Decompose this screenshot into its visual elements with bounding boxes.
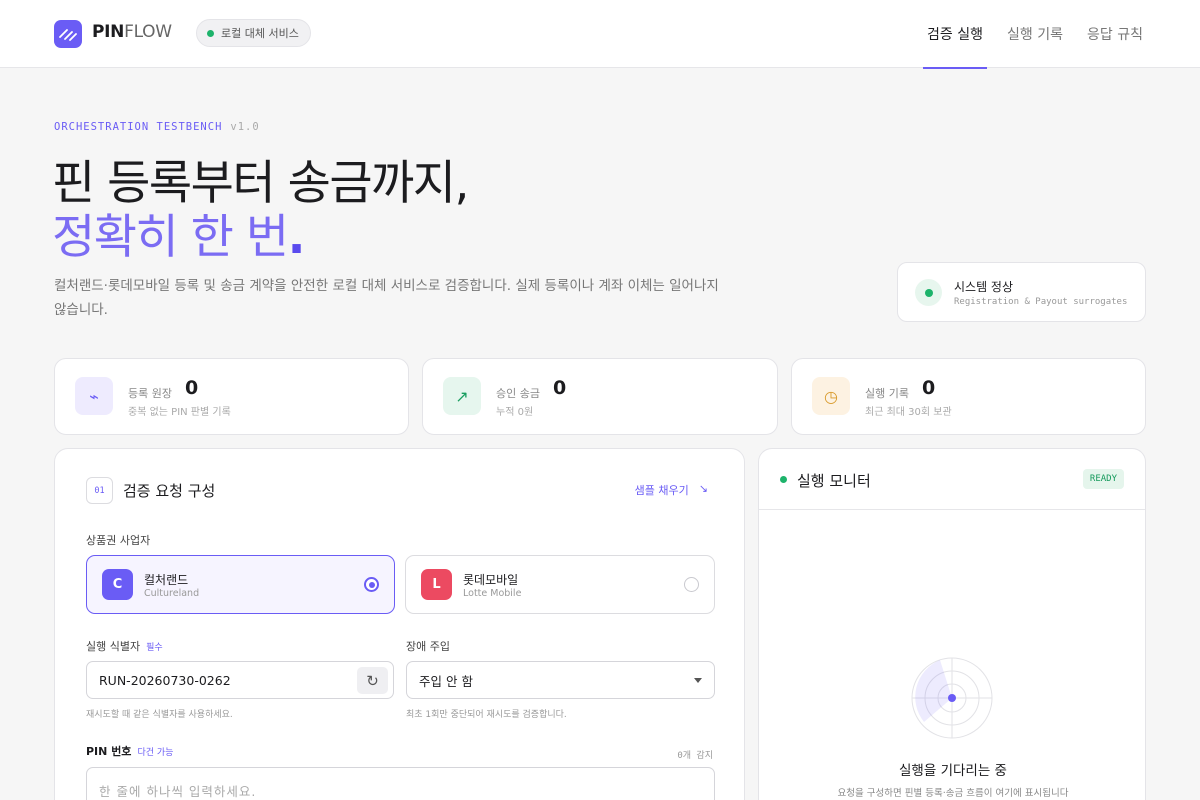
monitor-title: 실행 모니터 (797, 472, 871, 490)
eyebrow: ORCHESTRATION TESTBENCH v1.0 (54, 121, 260, 133)
lotte-logo: L (421, 569, 452, 600)
page-title-line2: 정확히 한 번. (52, 210, 305, 265)
waiting-title: 실행을 기다리는 중 (899, 763, 1007, 779)
page-description: 컬처랜드·롯데모바일 등록 및 송금 계약을 안전한 로컬 대체 서비스로 검증… (54, 278, 719, 318)
top-bar: PINFLOW 로컬 대체 서비스 검증 실행 실행 기록 응답 규칙 (0, 0, 1200, 69)
monitor-status-dot-icon (780, 476, 787, 483)
fault-injection-value: 주입 안 함 (419, 673, 473, 689)
stat-value: 0 (553, 377, 567, 399)
stat-card-runs: ◷ 실행 기록 0 최근 최대 30회 보관 (791, 358, 1146, 435)
arrow-down-right-icon: ↘ (698, 482, 708, 495)
radar-icon (911, 657, 993, 739)
step-badge: 01 (86, 477, 113, 504)
stat-sub: 중복 없는 PIN 판별 기록 (128, 407, 231, 418)
logo-wordmark[interactable]: PINFLOW (92, 22, 172, 42)
service-pill: 로컬 대체 서비스 (196, 19, 311, 47)
stat-sub: 최근 최대 30회 보관 (865, 407, 952, 418)
vendor-radio[interactable] (684, 577, 699, 592)
waiting-subtitle: 요청을 구성하면 핀별 등록·송금 흐름이 여기에 표시됩니다 (837, 788, 1069, 799)
stat-label: 등록 원장 (128, 387, 172, 400)
tab-history[interactable]: 실행 기록 (1007, 0, 1063, 68)
vendor-option-lotte[interactable]: L 롯데모바일 Lotte Mobile (405, 555, 715, 614)
request-panel: 01 검증 요청 구성 샘플 채우기 ↘ 상품권 사업자 C 컬처랜드 Cultu… (54, 448, 745, 800)
trend-up-icon: ↗ (443, 377, 481, 415)
vendor-name: 롯데모바일 (463, 573, 519, 587)
vendor-radio[interactable] (364, 577, 379, 592)
cultureland-logo: C (102, 569, 133, 600)
required-tag: 필수 (146, 643, 163, 653)
tab-run[interactable]: 검증 실행 (923, 0, 988, 69)
refresh-icon[interactable]: ↻ (357, 667, 388, 694)
chevron-down-icon (694, 678, 702, 683)
stat-label: 실행 기록 (865, 387, 909, 400)
run-id-input[interactable]: RUN-20260730-0262 ↻ (86, 661, 394, 699)
vendor-name: 컬처랜드 (144, 573, 189, 587)
stat-value: 0 (922, 377, 936, 399)
run-id-label: 실행 식별자 필수 (86, 640, 163, 653)
fault-injection-hint: 최초 1회만 중단되어 재시도를 검증합니다. (406, 710, 567, 720)
status-title: 시스템 정상 (954, 280, 1014, 294)
pulse-icon: ⌁ (75, 377, 113, 415)
pin-count: 0개 감지 (677, 751, 713, 761)
system-status-card: 시스템 정상 Registration & Payout surrogates (897, 262, 1146, 322)
fault-injection-select[interactable]: 주입 안 함 (406, 661, 715, 699)
vendor-option-cultureland[interactable]: C 컬처랜드 Cultureland (86, 555, 395, 614)
status-dot-icon (207, 29, 214, 37)
divider (759, 509, 1145, 510)
pin-textarea[interactable]: 한 줄에 하나씩 입력하세요. (86, 767, 715, 800)
stat-card-payout: ↗ 승인 송금 0 누적 0원 (422, 358, 778, 435)
stat-card-ledger: ⌁ 등록 원장 0 중복 없는 PIN 판별 기록 (54, 358, 409, 435)
status-subtitle: Registration & Payout surrogates (954, 297, 1128, 307)
logo-icon[interactable] (54, 20, 82, 48)
stat-label: 승인 송금 (496, 387, 540, 400)
multi-tag: 다건 가능 (137, 748, 174, 758)
fill-sample-link[interactable]: 샘플 채우기 ↘ (635, 482, 708, 498)
service-pill-label: 로컬 대체 서비스 (221, 27, 299, 40)
ready-badge: READY (1082, 469, 1124, 489)
main-nav: 검증 실행 실행 기록 응답 규칙 (923, 0, 1143, 69)
stat-value: 0 (185, 377, 199, 399)
vendor-sub: Lotte Mobile (463, 588, 522, 599)
monitor-panel: 실행 모니터 READY 실행을 기다리는 중 요청을 구성하면 핀별 등록·송… (758, 448, 1146, 800)
panel-title: 검증 요청 구성 (123, 482, 216, 500)
run-id-value: RUN-20260730-0262 (99, 672, 231, 688)
tab-rules[interactable]: 응답 규칙 (1087, 0, 1143, 68)
run-id-hint: 재시도할 때 같은 식별자를 사용하세요. (86, 710, 233, 720)
vendor-label: 상품권 사업자 (86, 534, 151, 547)
status-ok-icon (915, 279, 942, 306)
clock-icon: ◷ (812, 377, 850, 415)
version-label: v1.0 (230, 121, 260, 133)
pin-label: PIN 번호 다건 가능 (86, 745, 174, 758)
fault-injection-label: 장애 주입 (406, 640, 450, 653)
stat-sub: 누적 0원 (496, 407, 534, 418)
vendor-sub: Cultureland (144, 588, 200, 599)
